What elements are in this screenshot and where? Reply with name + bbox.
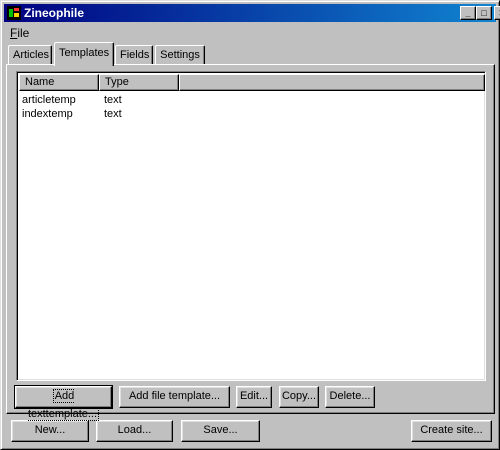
edit-button[interactable]: Edit... xyxy=(236,386,272,408)
add-text-template-label: Add texttemplate... xyxy=(27,389,100,421)
list-item[interactable]: articletemp text xyxy=(19,93,485,107)
app-logo-icon xyxy=(7,6,21,20)
window-title: Zineophile xyxy=(24,6,84,20)
column-header-empty[interactable] xyxy=(179,74,485,91)
tab-templates[interactable]: Templates xyxy=(54,42,114,66)
tab-articles[interactable]: Articles xyxy=(8,45,52,65)
menu-file[interactable]: File xyxy=(10,26,29,40)
create-site-button[interactable]: Create site... xyxy=(411,420,492,442)
tab-fields[interactable]: Fields xyxy=(115,45,153,65)
minimize-button[interactable]: _ xyxy=(460,6,476,20)
title-bar[interactable]: Zineophile _ □ ✕ xyxy=(4,4,500,22)
templates-panel: Name Type articletemp text indextemp tex… xyxy=(6,64,495,421)
column-header-name[interactable]: Name xyxy=(19,74,99,91)
add-text-template-button[interactable]: Add texttemplate... xyxy=(14,385,113,421)
list-item-type: text xyxy=(104,108,122,120)
list-item-name: articletemp xyxy=(22,94,76,106)
menu-bar: File xyxy=(4,24,496,42)
column-header-type[interactable]: Type xyxy=(99,74,179,91)
tab-settings[interactable]: Settings xyxy=(155,45,205,65)
maximize-button[interactable]: □ xyxy=(476,6,492,20)
load-button[interactable]: Load... xyxy=(96,420,173,442)
app-window: Zineophile _ □ ✕ File Articles Templates… xyxy=(0,0,500,450)
templates-list[interactable]: Name Type articletemp text indextemp tex… xyxy=(16,71,486,381)
save-button[interactable]: Save... xyxy=(181,420,260,442)
close-button[interactable]: ✕ xyxy=(494,6,500,20)
delete-button[interactable]: Delete... xyxy=(325,386,375,408)
new-button[interactable]: New... xyxy=(11,420,89,442)
list-item[interactable]: indextemp text xyxy=(19,107,485,121)
add-file-template-button[interactable]: Add file template... xyxy=(119,386,230,408)
list-header: Name Type xyxy=(19,74,485,91)
list-item-name: indextemp xyxy=(22,108,73,120)
menu-file-label: ile xyxy=(17,26,30,40)
copy-button[interactable]: Copy... xyxy=(279,386,319,408)
list-item-type: text xyxy=(104,94,122,106)
